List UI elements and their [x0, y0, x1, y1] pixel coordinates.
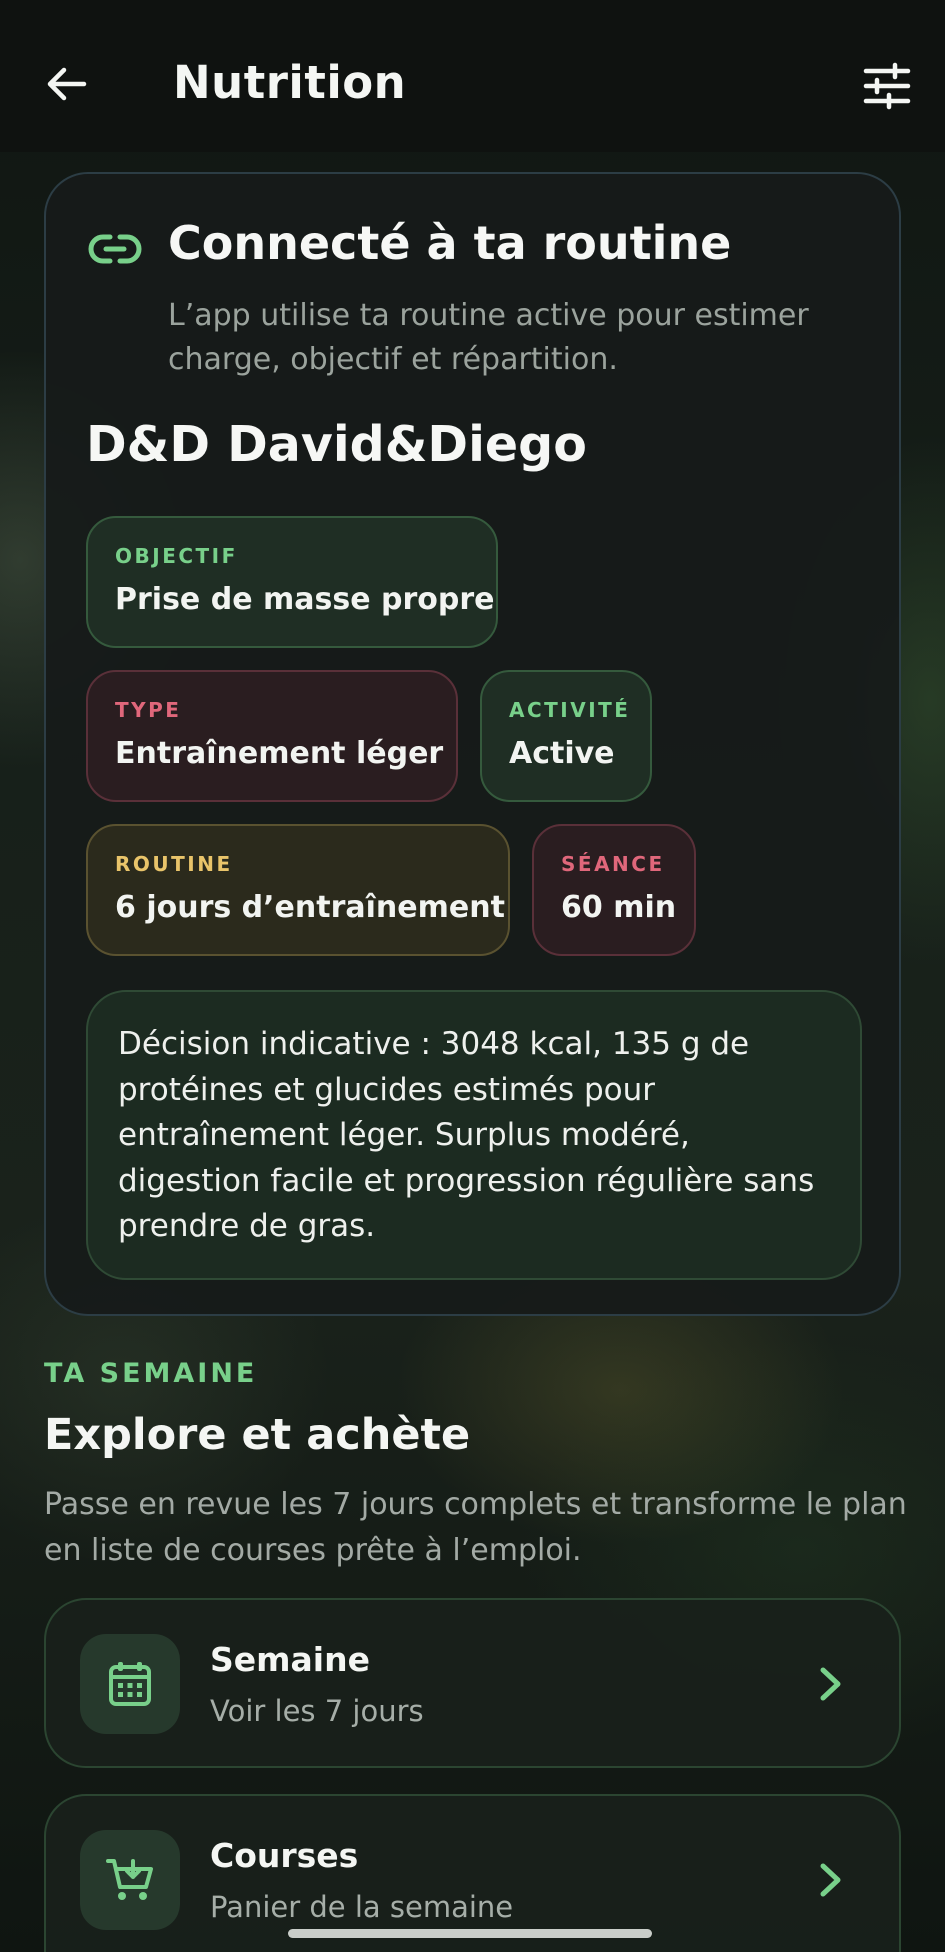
- cart-icon: [106, 1859, 153, 1900]
- routine-name: D&D David&Diego: [86, 416, 587, 473]
- chevron-right-icon: [820, 1667, 841, 1701]
- chip-value: Prise de masse propre: [115, 582, 495, 617]
- page-title: Nutrition: [173, 56, 407, 109]
- week-nav-card[interactable]: Semaine Voir les 7 jours: [44, 1598, 901, 1768]
- chip-value: Active: [509, 736, 615, 771]
- home-indicator[interactable]: [288, 1929, 652, 1938]
- chip-type: TYPE Entraînement léger: [86, 670, 458, 802]
- chip-value: 6 jours d’entraînement: [115, 890, 505, 925]
- nav-card-subtitle: Panier de la semaine: [210, 1890, 514, 1924]
- chip-label: ACTIVITÉ: [509, 698, 631, 722]
- routine-connection-card: Connecté à ta routine L’app utilise ta r…: [44, 172, 901, 1316]
- chip-seance: SÉANCE 60 min: [532, 824, 696, 956]
- chip-routine: ROUTINE 6 jours d’entraînement: [86, 824, 510, 956]
- section-title: Explore et achète: [44, 1410, 471, 1460]
- chip-label: SÉANCE: [561, 852, 665, 876]
- chip-activite: ACTIVITÉ Active: [480, 670, 652, 802]
- chip-label: OBJECTIF: [115, 544, 238, 568]
- top-app-bar: Nutrition: [0, 0, 945, 152]
- chip-label: ROUTINE: [115, 852, 233, 876]
- nav-card-subtitle: Voir les 7 jours: [210, 1694, 424, 1728]
- arrow-left-icon[interactable]: [44, 62, 88, 106]
- chip-value: Entraînement léger: [115, 736, 444, 771]
- nav-card-title: Courses: [210, 1836, 359, 1875]
- section-description: Passe en revue les 7 jours complets et t…: [44, 1487, 907, 1568]
- decision-box: Décision indicative : 3048 kcal, 135 g d…: [86, 990, 862, 1280]
- calendar-tile: [80, 1634, 180, 1734]
- chevron-right-icon: [820, 1863, 841, 1897]
- sliders-icon[interactable]: [863, 62, 911, 110]
- nav-card-title: Semaine: [210, 1640, 370, 1679]
- chip-value: 60 min: [561, 890, 677, 925]
- section-kicker: TA SEMAINE: [44, 1358, 258, 1389]
- link-icon: [88, 234, 142, 264]
- card-title: Connecté à ta routine: [168, 216, 732, 270]
- chip-label: TYPE: [115, 698, 182, 722]
- cart-tile: [80, 1830, 180, 1930]
- calendar-icon: [109, 1662, 151, 1706]
- chip-objectif: OBJECTIF Prise de masse propre: [86, 516, 498, 648]
- card-description: L’app utilise ta routine active pour est…: [168, 298, 809, 377]
